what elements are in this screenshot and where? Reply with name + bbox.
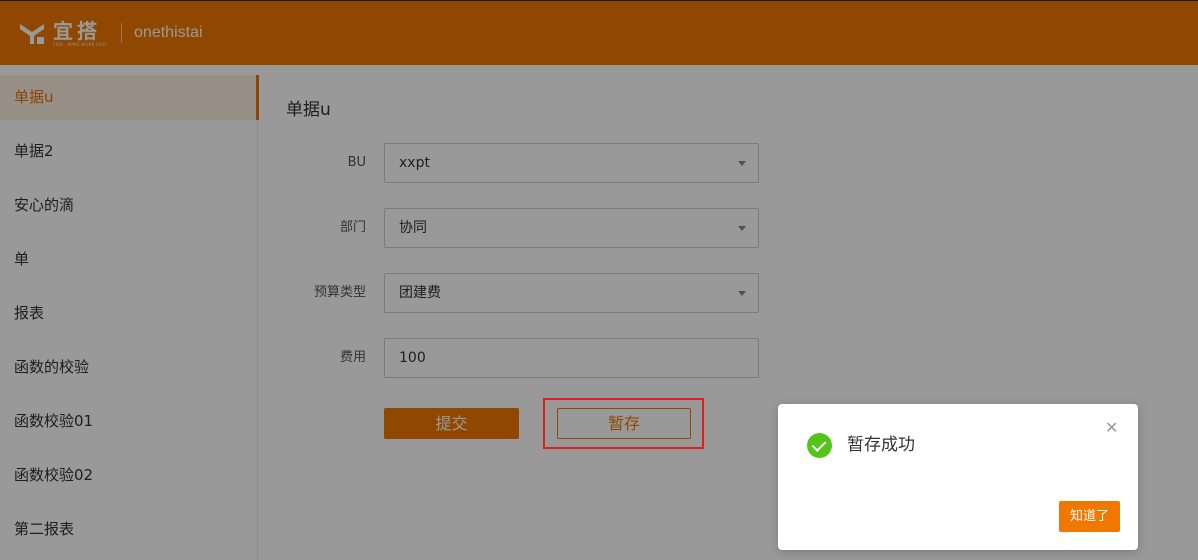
highlight-box — [543, 398, 704, 449]
success-toast: 暂存成功 ✕ 知道了 — [778, 404, 1138, 550]
check-circle-icon — [807, 433, 832, 458]
close-icon[interactable]: ✕ — [1105, 418, 1118, 437]
confirm-button[interactable]: 知道了 — [1059, 501, 1120, 532]
toast-message: 暂存成功 — [847, 435, 915, 455]
